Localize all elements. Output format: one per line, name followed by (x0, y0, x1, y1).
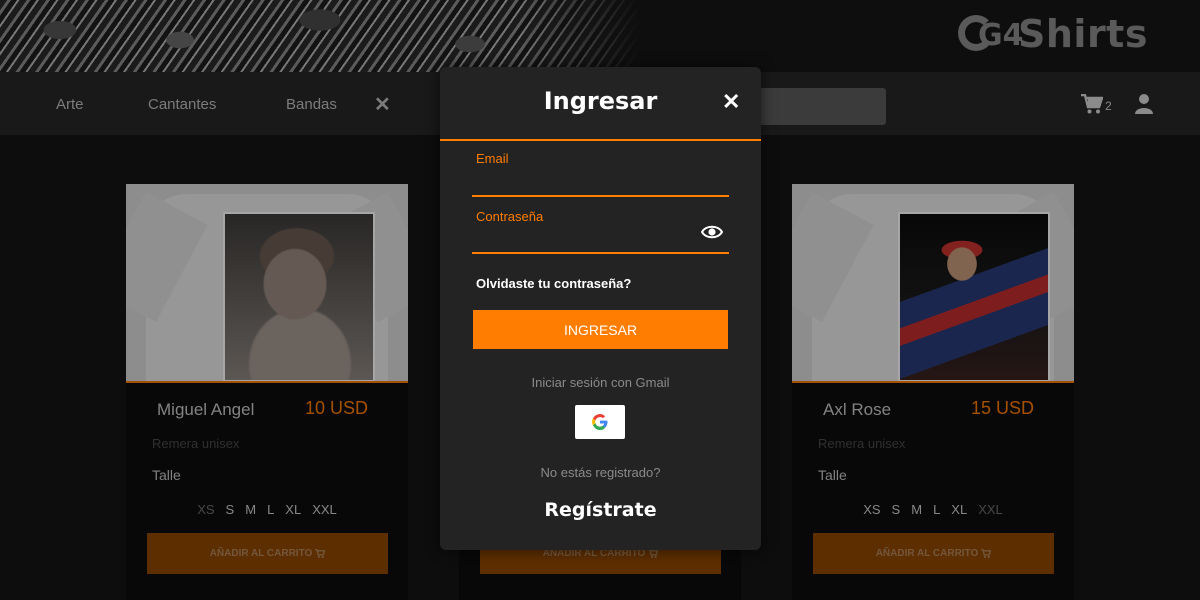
gmail-label: Iniciar sesión con Gmail (531, 375, 670, 390)
not-registered-text: No estás registrado? (540, 465, 661, 480)
modal-title: Ingresar (543, 87, 658, 115)
google-icon (592, 414, 608, 430)
login-modal: Ingresar ✕ Email Contraseña Olvidaste tu… (440, 67, 761, 550)
show-password-eye-icon[interactable] (700, 224, 724, 245)
email-field[interactable] (472, 171, 729, 197)
password-label: Contraseña (476, 209, 544, 224)
google-signin-button[interactable] (575, 405, 625, 439)
email-label: Email (476, 151, 509, 166)
register-link[interactable]: Regístrate (440, 499, 761, 521)
close-icon[interactable]: ✕ (722, 91, 740, 113)
forgot-password-link[interactable]: Olvidaste tu contraseña? (476, 276, 631, 291)
divider (440, 139, 761, 141)
login-button[interactable]: INGRESAR (473, 310, 728, 349)
password-field[interactable] (472, 228, 729, 254)
